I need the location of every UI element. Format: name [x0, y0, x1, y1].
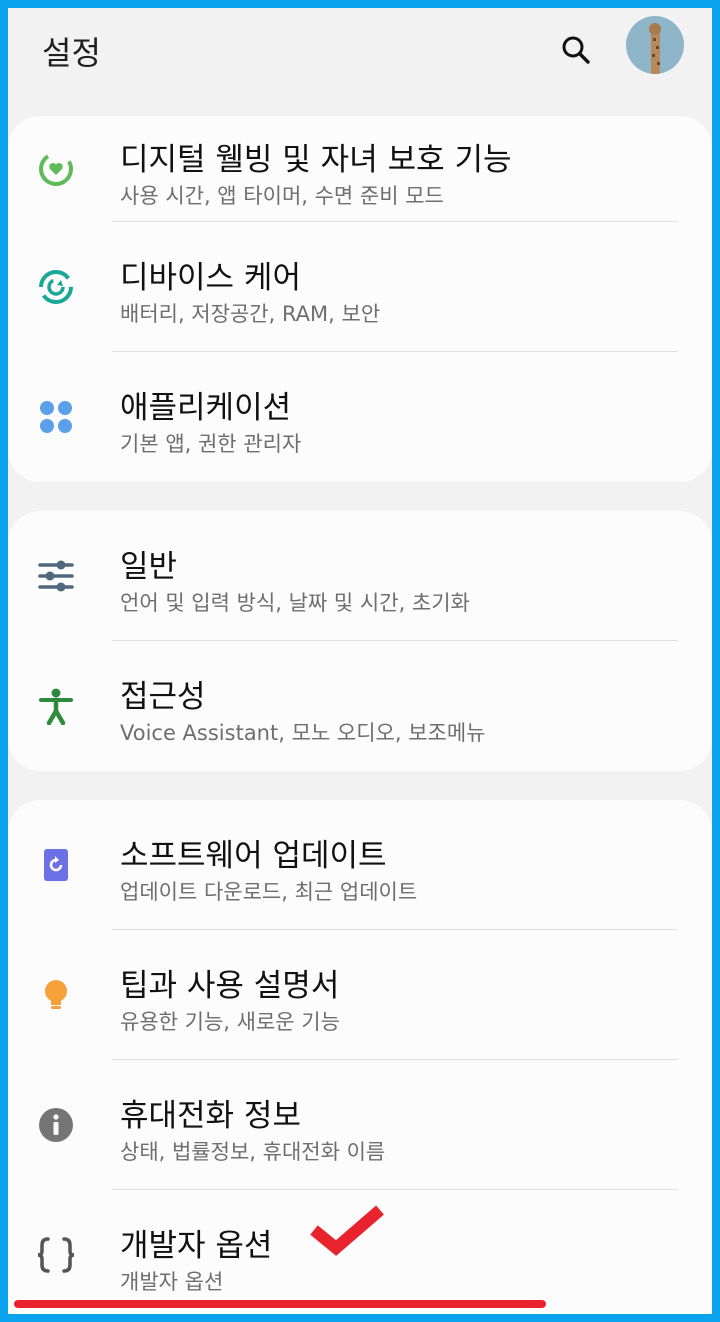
menu-item-title: 팁과 사용 설명서 — [120, 968, 340, 1004]
accessibility-icon — [36, 686, 76, 726]
menu-item-general[interactable]: 일반 언어 및 입력 방식, 날짜 및 시간, 초기화 — [8, 511, 712, 641]
apps-icon — [36, 397, 76, 437]
settings-screen: 설정 디지털 웰빙 및 자녀 보호 기능 사용 시간, 앱 타이머, 수면 준비… — [8, 8, 712, 1314]
menu-item-title: 휴대전화 정보 — [120, 1098, 301, 1134]
menu-item-subtitle: 업데이트 다운로드, 최근 업데이트 — [120, 880, 418, 904]
lightbulb-icon — [36, 975, 76, 1015]
menu-item-title: 개발자 옵션 — [120, 1228, 273, 1264]
menu-item-phone-info[interactable]: 휴대전화 정보 상태, 법률정보, 휴대전화 이름 — [8, 1060, 712, 1190]
general-sliders-icon — [36, 556, 76, 596]
software-update-icon — [36, 845, 76, 885]
giraffe-avatar-icon — [626, 16, 684, 74]
menu-item-title: 디지털 웰빙 및 자녀 보호 기능 — [120, 142, 512, 178]
menu-item-subtitle: 기본 앱, 권한 관리자 — [120, 432, 302, 456]
menu-item-applications[interactable]: 애플리케이션 기본 앱, 권한 관리자 — [8, 352, 712, 482]
menu-item-software-update[interactable]: 소프트웨어 업데이트 업데이트 다운로드, 최근 업데이트 — [8, 800, 712, 930]
red-checkmark-annotation — [310, 1205, 384, 1256]
menu-item-tips-manual[interactable]: 팁과 사용 설명서 유용한 기능, 새로운 기능 — [8, 930, 712, 1060]
info-icon — [36, 1105, 76, 1145]
menu-item-subtitle: 개발자 옵션 — [120, 1270, 224, 1294]
developer-braces-icon — [36, 1235, 76, 1275]
device-care-icon — [36, 267, 76, 307]
menu-item-title: 디바이스 케어 — [120, 260, 301, 296]
menu-item-subtitle: Voice Assistant, 모노 오디오, 보조메뉴 — [120, 721, 486, 745]
settings-group-2: 일반 언어 및 입력 방식, 날짜 및 시간, 초기화 접근성 Voice As… — [8, 511, 712, 771]
search-icon — [562, 36, 590, 64]
menu-item-accessibility[interactable]: 접근성 Voice Assistant, 모노 오디오, 보조메뉴 — [8, 641, 712, 771]
menu-item-subtitle: 상태, 법률정보, 휴대전화 이름 — [120, 1140, 386, 1164]
settings-group-1: 디지털 웰빙 및 자녀 보호 기능 사용 시간, 앱 타이머, 수면 준비 모드… — [8, 116, 712, 482]
menu-item-digital-wellbeing[interactable]: 디지털 웰빙 및 자녀 보호 기능 사용 시간, 앱 타이머, 수면 준비 모드 — [8, 116, 712, 222]
menu-item-subtitle: 배터리, 저장공간, RAM, 보안 — [120, 302, 381, 326]
menu-item-subtitle: 언어 및 입력 방식, 날짜 및 시간, 초기화 — [120, 591, 470, 615]
menu-item-device-care[interactable]: 디바이스 케어 배터리, 저장공간, RAM, 보안 — [8, 222, 712, 352]
menu-item-title: 소프트웨어 업데이트 — [120, 838, 387, 874]
profile-avatar[interactable] — [626, 16, 684, 74]
app-header: 설정 — [8, 8, 712, 108]
digital-wellbeing-icon — [36, 149, 76, 189]
red-underline-annotation — [14, 1300, 546, 1308]
menu-item-title: 접근성 — [120, 679, 206, 715]
menu-item-title: 애플리케이션 — [120, 390, 292, 426]
page-title: 설정 — [42, 34, 101, 72]
menu-item-title: 일반 — [120, 549, 178, 585]
menu-item-subtitle: 사용 시간, 앱 타이머, 수면 준비 모드 — [120, 184, 444, 208]
search-button[interactable] — [556, 30, 596, 70]
menu-item-subtitle: 유용한 기능, 새로운 기능 — [120, 1010, 340, 1034]
